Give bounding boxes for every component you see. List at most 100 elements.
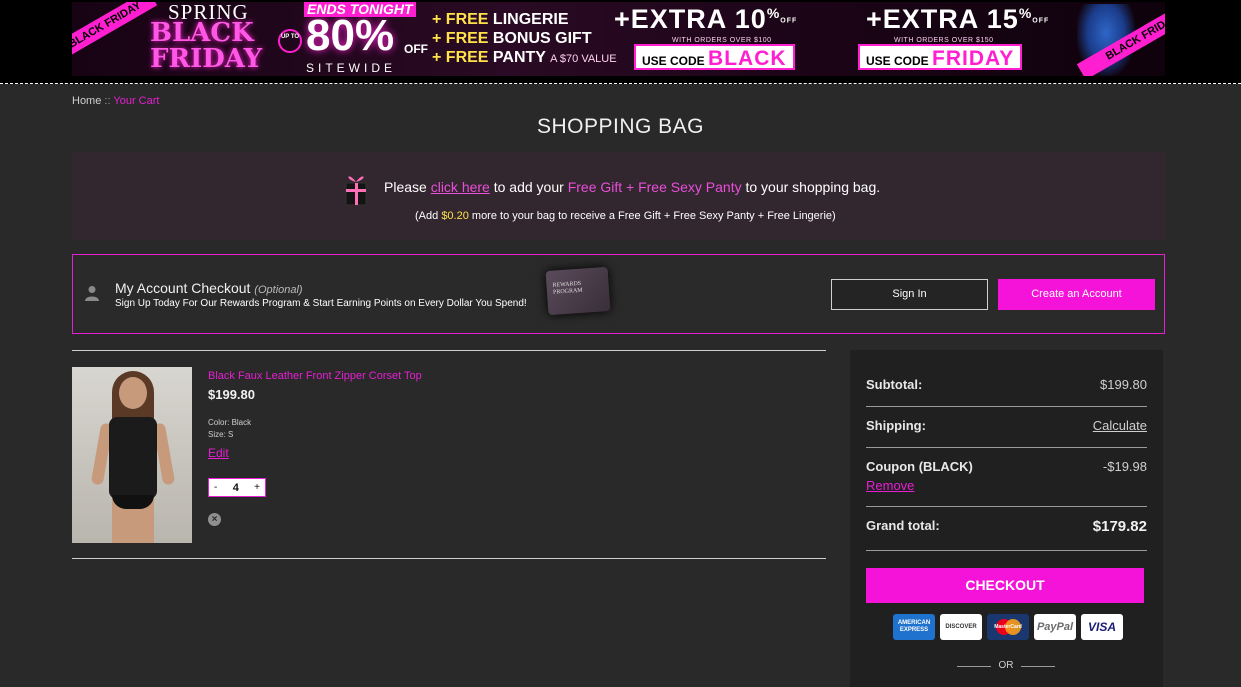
visa-card-icon: VISA xyxy=(1081,614,1123,640)
gift-please-text: Please xyxy=(384,179,427,195)
up-to-badge: UP TO xyxy=(278,29,302,53)
grand-total-label: Grand total: xyxy=(866,518,940,533)
promo-banner[interactable]: BLACK FRIDAY SPRING BLACK FRIDAY UP TO E… xyxy=(72,2,1165,76)
breadcrumb-home[interactable]: Home xyxy=(72,95,101,107)
code-box-friday: USE CODE FRIDAY xyxy=(858,44,1023,70)
edit-item-link[interactable]: Edit xyxy=(208,446,229,460)
free-item-line: + FREE BONUS GIFT xyxy=(432,29,617,48)
product-name-link[interactable]: Black Faux Leather Front Zipper Corset T… xyxy=(208,370,422,382)
gift-threshold-text: (Add $0.20 more to your bag to receive a… xyxy=(415,210,836,222)
discover-card-icon: DISCOVER xyxy=(940,614,982,640)
sign-in-button[interactable]: Sign In xyxy=(831,279,988,310)
mastercard-card-icon: MasterCard xyxy=(987,614,1029,640)
extra-15-condition: WITH ORDERS OVER $150 xyxy=(894,37,994,44)
amex-card-icon: AMERICAN EXPRESS xyxy=(893,614,935,640)
summary-divider xyxy=(866,406,1147,407)
code-box-black: USE CODE BLACK xyxy=(634,44,795,70)
extra-10-offer: +EXTRA 10%OFF xyxy=(614,4,797,35)
use-code-label: USE CODE xyxy=(866,54,929,68)
account-checkout-box: My Account Checkout (Optional) Sign Up T… xyxy=(72,254,1165,334)
black-friday-ribbon: BLACK FRIDAY xyxy=(72,2,158,61)
cart-divider-bottom xyxy=(72,558,826,559)
qty-value[interactable]: 4 xyxy=(233,482,239,494)
free-item: LINGERIE xyxy=(492,11,569,28)
extra-10-headline: +EXTRA 10 xyxy=(614,4,767,34)
subtotal-label: Subtotal: xyxy=(866,377,923,392)
account-optional-text: (Optional) xyxy=(254,284,303,296)
gift-end-text: to your shopping bag. xyxy=(745,179,881,195)
qty-decrease-button[interactable]: - xyxy=(214,482,217,493)
free-item: PANTY xyxy=(492,49,546,66)
subtotal-value: $199.80 xyxy=(1100,377,1147,392)
extra-15-pct: % xyxy=(1018,5,1033,21)
coupon-label: Coupon (BLACK) xyxy=(866,459,973,474)
free-item: BONUS GIFT xyxy=(492,30,592,47)
or-divider: OR xyxy=(957,660,1055,674)
mastercard-text: MasterCard xyxy=(994,624,1022,630)
gift-sub-pre: (Add xyxy=(415,210,439,222)
model-corset xyxy=(109,417,157,499)
promo-code-friday: FRIDAY xyxy=(932,47,1015,70)
remove-item-icon[interactable]: × xyxy=(208,513,221,526)
breadcrumb: Home :: Your Cart xyxy=(72,95,159,107)
account-subtitle: Sign Up Today For Our Rewards Program & … xyxy=(115,298,527,309)
gift-middle-text: to add your xyxy=(493,179,564,195)
extra-15-offer: +EXTRA 15%OFF xyxy=(866,4,1049,35)
sitewide-text: SITEWIDE xyxy=(306,61,397,75)
summary-divider xyxy=(866,447,1147,448)
shipping-label: Shipping: xyxy=(866,418,926,433)
banner-title: BLACK FRIDAY xyxy=(150,20,280,72)
user-icon xyxy=(85,286,99,301)
free-items-list: + FREE LINGERIE + FREE BONUS GIFT + FREE… xyxy=(432,10,617,69)
grand-total-value: $179.82 xyxy=(1092,518,1147,535)
coupon-value: -$19.98 xyxy=(1102,459,1147,474)
payment-methods: AMERICAN EXPRESS DISCOVER MasterCard Pay… xyxy=(893,614,1123,640)
gift-notice: Please click here to add your Free Gift … xyxy=(72,152,1165,240)
product-price: $199.80 xyxy=(208,387,255,402)
rewards-card-image: REWARDS PROGRAM xyxy=(545,266,611,316)
free-item-value: A $70 VALUE xyxy=(550,53,617,65)
cart-divider-top xyxy=(72,350,826,351)
gift-amount-needed: $0.20 xyxy=(441,210,469,222)
create-account-button[interactable]: Create an Account xyxy=(998,279,1155,310)
discount-off-text: OFF xyxy=(404,42,428,56)
qty-increase-button[interactable]: + xyxy=(254,482,260,493)
account-title-text: My Account Checkout xyxy=(115,280,251,296)
gift-box-icon xyxy=(345,176,367,206)
free-prefix: + FREE xyxy=(432,30,489,47)
quantity-stepper: - 4 + xyxy=(208,478,266,497)
page-title: SHOPPING BAG xyxy=(536,115,705,138)
extra-10-condition: WITH ORDERS OVER $100 xyxy=(672,37,772,44)
gift-highlight-text: Free Gift + Free Sexy Panty xyxy=(567,179,742,195)
gift-sub-post: more to your bag to receive a Free Gift … xyxy=(471,210,836,222)
extra-10-off: OFF xyxy=(780,17,798,25)
promo-code-black: BLACK xyxy=(708,47,787,70)
extra-15-headline: +EXTRA 15 xyxy=(866,4,1019,34)
use-code-label: USE CODE xyxy=(642,54,705,68)
gift-notice-text: Please click here to add your Free Gift … xyxy=(384,179,880,195)
model-head xyxy=(119,377,147,409)
product-color: Color: Black xyxy=(208,418,252,427)
extra-15-off: OFF xyxy=(1032,17,1050,25)
product-size: Size: S xyxy=(208,430,234,439)
summary-divider xyxy=(866,550,1147,551)
paypal-card-icon: PayPal xyxy=(1034,614,1076,640)
free-prefix: + FREE xyxy=(432,11,489,28)
banner-title-line1: BLACK xyxy=(150,18,254,48)
order-summary: Subtotal: $199.80 Shipping: Calculate Co… xyxy=(850,350,1163,687)
breadcrumb-current[interactable]: Your Cart xyxy=(113,95,159,107)
free-prefix: + FREE xyxy=(432,49,489,66)
account-title: My Account Checkout (Optional) xyxy=(115,280,303,296)
summary-divider xyxy=(866,506,1147,507)
banner-title-line2: FRIDAY xyxy=(150,44,263,74)
calculate-shipping-link[interactable]: Calculate xyxy=(1093,418,1147,433)
product-image[interactable] xyxy=(72,367,192,543)
checkout-button[interactable]: CHECKOUT xyxy=(866,568,1144,603)
breadcrumb-separator: :: xyxy=(104,95,111,107)
add-gift-link[interactable]: click here xyxy=(431,179,490,195)
promo-banner-bar: BLACK FRIDAY SPRING BLACK FRIDAY UP TO E… xyxy=(0,0,1241,84)
free-item-line: + FREE PANTY A $70 VALUE xyxy=(432,48,617,69)
remove-coupon-link[interactable]: Remove xyxy=(866,478,914,493)
free-item-line: + FREE LINGERIE xyxy=(432,10,617,29)
extra-10-pct: % xyxy=(766,5,781,21)
